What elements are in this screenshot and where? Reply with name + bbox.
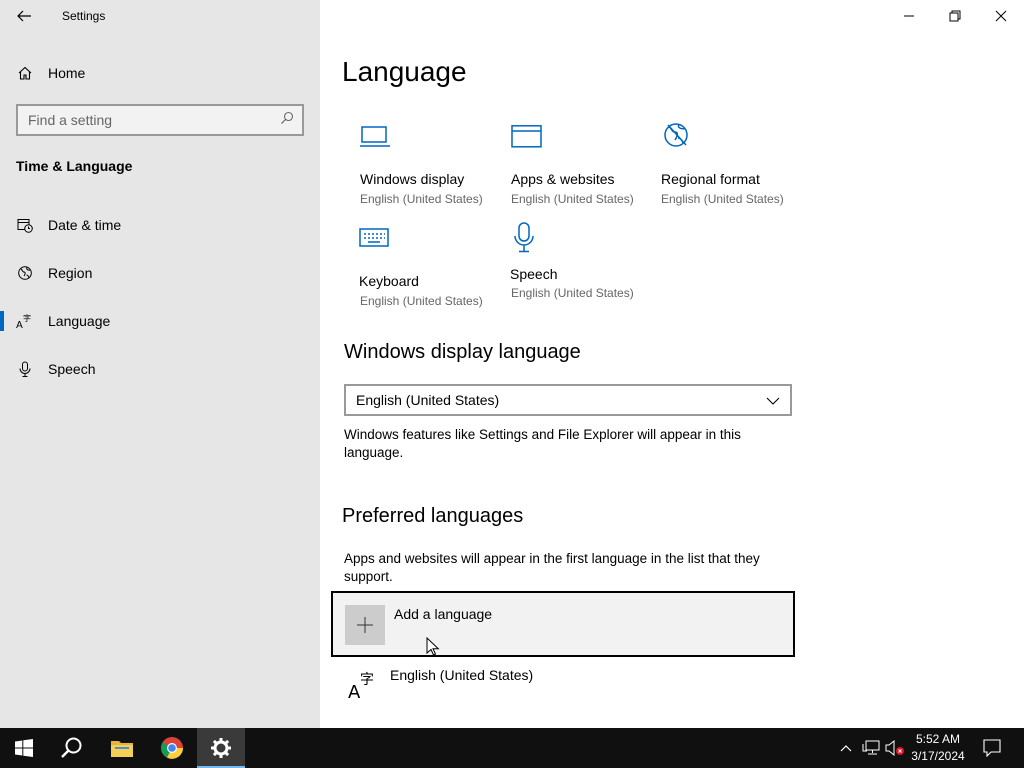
tile-subtitle: English (United States) <box>511 286 634 300</box>
start-button[interactable] <box>0 728 48 768</box>
display-language-dropdown[interactable]: English (United States) <box>344 384 792 416</box>
search-icon <box>280 111 294 130</box>
tile-subtitle: English (United States) <box>360 192 483 206</box>
chevron-up-icon <box>840 745 852 752</box>
close-button[interactable] <box>978 0 1024 32</box>
tile-keyboard[interactable]: Keyboard English (United States) <box>359 227 509 319</box>
sidebar-item-language[interactable]: A字 Language <box>0 301 320 341</box>
nav-home[interactable]: Home <box>0 56 320 90</box>
chrome-icon <box>161 737 183 759</box>
page-title: Language <box>342 56 467 87</box>
taskbar-search-button[interactable] <box>48 728 96 768</box>
taskbar: 5:52 AM 3/17/2024 <box>0 728 1024 768</box>
tile-name: Keyboard <box>359 273 419 289</box>
search-box[interactable] <box>16 104 304 136</box>
chrome-button[interactable] <box>148 728 196 768</box>
app-title: Settings <box>62 9 106 23</box>
svg-text:字: 字 <box>360 672 374 688</box>
dropdown-selected-value: English (United States) <box>356 392 500 408</box>
display-language-description: Windows features like Settings and File … <box>344 427 741 460</box>
minimize-icon <box>904 15 914 17</box>
sidebar: Settings Home Time & Language Date & tim… <box>0 0 320 728</box>
monitor-icon <box>360 125 392 157</box>
taskbar-clock[interactable]: 5:52 AM 3/17/2024 <box>902 731 974 765</box>
home-icon <box>16 64 34 82</box>
file-explorer-button[interactable] <box>98 728 146 768</box>
tile-name: Speech <box>510 266 558 282</box>
tile-regional-format[interactable]: Regional format English (United States) <box>661 120 811 212</box>
svg-text:字: 字 <box>23 313 31 323</box>
plus-icon <box>345 605 385 645</box>
windows-logo-icon <box>15 739 33 757</box>
preferred-languages-heading: Preferred languages <box>342 505 524 527</box>
mouse-cursor-icon <box>426 637 440 656</box>
sidebar-item-region[interactable]: Region <box>0 253 320 293</box>
keyboard-icon <box>359 227 391 259</box>
calendar-clock-icon <box>16 216 34 234</box>
notification-icon <box>983 739 1001 757</box>
tile-subtitle: English (United States) <box>661 192 784 206</box>
tile-windows-display[interactable]: Windows display English (United States) <box>360 125 510 217</box>
back-button[interactable] <box>8 4 40 28</box>
section-title: Time & Language <box>16 158 133 174</box>
tile-apps-websites[interactable]: Apps & websites English (United States) <box>511 125 661 217</box>
tile-subtitle: English (United States) <box>360 294 483 308</box>
show-hidden-icons-button[interactable] <box>836 728 856 768</box>
clock-time: 5:52 AM <box>915 732 961 746</box>
tile-subtitle: English (United States) <box>511 192 634 206</box>
network-button[interactable] <box>860 728 882 768</box>
tile-speech[interactable]: Speech English (United States) <box>510 222 660 314</box>
language-name: English (United States) <box>390 667 534 683</box>
tile-name: Apps & websites <box>511 171 615 187</box>
globe-icon <box>16 264 34 282</box>
sidebar-item-label: Language <box>48 313 111 329</box>
display-language-heading: Windows display language <box>344 341 581 363</box>
search-icon <box>61 737 82 758</box>
add-language-button[interactable]: Add a language <box>331 591 795 657</box>
nav-home-label: Home <box>48 65 86 81</box>
search-input[interactable] <box>28 112 280 128</box>
restore-button[interactable] <box>932 0 978 32</box>
folder-icon <box>111 741 133 757</box>
chevron-down-icon <box>766 392 780 408</box>
network-icon <box>862 740 880 755</box>
sidebar-item-speech[interactable]: Speech <box>0 349 320 389</box>
browser-window-icon <box>511 125 543 157</box>
add-language-label: Add a language <box>394 606 493 622</box>
clock-date: 3/17/2024 <box>911 749 965 763</box>
list-item[interactable]: A字 English (United States) <box>344 664 794 708</box>
sidebar-item-label: Region <box>48 265 93 281</box>
tile-name: Windows display <box>360 171 465 187</box>
language-icon: A字 <box>16 312 34 330</box>
sidebar-item-date-time[interactable]: Date & time <box>0 205 320 245</box>
close-icon <box>995 10 1007 22</box>
globe-format-icon <box>661 120 693 152</box>
gear-icon <box>211 738 231 758</box>
microphone-icon <box>16 360 34 378</box>
microphone-icon <box>510 222 542 254</box>
svg-text:A: A <box>16 320 23 330</box>
settings-taskbar-button[interactable] <box>197 728 245 768</box>
sidebar-item-label: Speech <box>48 361 96 377</box>
sidebar-item-label: Date & time <box>48 217 122 233</box>
restore-icon <box>949 10 961 22</box>
minimize-button[interactable] <box>886 0 932 32</box>
tile-name: Regional format <box>661 171 760 187</box>
language-icon: A字 <box>346 668 378 703</box>
action-center-button[interactable] <box>978 728 1006 768</box>
preferred-languages-description: Apps and websites will appear in the fir… <box>344 551 760 584</box>
arrow-left-icon <box>17 10 31 22</box>
